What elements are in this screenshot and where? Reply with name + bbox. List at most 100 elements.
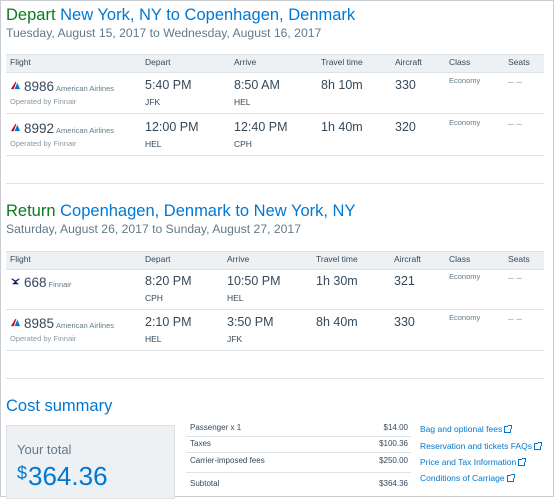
depart-airport: CPH <box>145 293 163 303</box>
class: Economy <box>449 76 481 85</box>
conditions-of-carriage-link-text[interactable]: Conditions of Carriage <box>420 473 505 483</box>
depart-airport: HEL <box>145 334 162 344</box>
col-aircraft: Aircraft <box>395 57 422 67</box>
bag-fees-link-text[interactable]: Bag and optional fees <box>420 424 502 434</box>
flight-row[interactable]: 668 Finnair 8:20 PM CPH 10:50 PM HEL 1h 3… <box>6 269 544 310</box>
flight-number-group[interactable]: 8992 American Airlines <box>24 121 114 136</box>
col-seats: Seats <box>508 57 530 67</box>
col-flight: Flight <box>10 254 31 264</box>
section-divider <box>6 183 544 184</box>
fee-row: Passenger x 1 $14.00 <box>186 420 411 436</box>
seats: – – <box>508 273 522 284</box>
flight-number[interactable]: 8985 <box>24 316 54 331</box>
class: Economy <box>449 313 481 322</box>
conditions-of-carriage-link[interactable]: Conditions of Carriage <box>420 473 515 483</box>
class: Economy <box>449 118 481 127</box>
arrive-airport: JFK <box>227 334 243 344</box>
return-table-header: Flight Depart Arrive Travel time Aircraf… <box>6 251 544 270</box>
depart-dates: Tuesday, August 15, 2017 to Wednesday, A… <box>6 26 322 40</box>
american-airlines-logo-icon <box>10 318 21 327</box>
col-depart: Depart <box>145 57 171 67</box>
total-value: 364.36 <box>28 461 108 491</box>
col-aircraft: Aircraft <box>394 254 421 264</box>
col-arrive: Arrive <box>227 254 250 264</box>
flight-number-group[interactable]: 668 Finnair <box>24 275 71 290</box>
subtotal-label: Subtotal <box>190 479 220 488</box>
operated-by: Operated by Finnair <box>10 97 77 106</box>
col-class: Class <box>449 254 471 264</box>
class: Economy <box>449 272 481 281</box>
fee-label: Taxes <box>190 439 211 448</box>
depart-time: 8:20 PM <box>145 274 192 288</box>
carrier-name: American Airlines <box>56 321 114 330</box>
depart-table-header: Flight Depart Arrive Travel time Aircraf… <box>6 54 544 73</box>
operated-by: Operated by Finnair <box>10 139 77 148</box>
flight-row[interactable]: 8986 American Airlines Operated by Finnai… <box>6 73 544 114</box>
arrive-time: 12:40 PM <box>234 120 288 134</box>
seats: – – <box>508 314 522 325</box>
travel-time: 8h 10m <box>321 78 363 92</box>
carrier-name: American Airlines <box>56 126 114 135</box>
fee-row: Taxes $100.36 <box>186 436 411 452</box>
aircraft: 321 <box>394 274 415 288</box>
fee-label: Carrier-imposed fees <box>190 456 265 465</box>
arrive-time: 10:50 PM <box>227 274 281 288</box>
flight-number[interactable]: 8992 <box>24 121 54 136</box>
depart-time: 5:40 PM <box>145 78 192 92</box>
external-link-icon <box>506 474 515 482</box>
arrive-airport: HEL <box>234 97 251 107</box>
flight-row[interactable]: 8985 American Airlines Operated by Finnai… <box>6 310 544 351</box>
external-link-icon <box>518 458 527 466</box>
col-flight: Flight <box>10 57 31 67</box>
total-panel: Your total $364.36 <box>6 425 175 499</box>
finnair-logo-icon <box>10 278 21 285</box>
total-amount: $364.36 <box>17 461 108 492</box>
fee-amount: $100.36 <box>379 439 408 448</box>
fee-label: Passenger x 1 <box>190 423 242 432</box>
reservation-faq-link-text[interactable]: Reservation and tickets FAQs <box>420 441 532 451</box>
arrive-airport: CPH <box>234 139 252 149</box>
american-airlines-logo-icon <box>10 123 21 132</box>
col-depart: Depart <box>145 254 171 264</box>
total-label: Your total <box>17 442 72 457</box>
col-travel-time: Travel time <box>316 254 358 264</box>
aircraft: 330 <box>394 315 415 329</box>
price-tax-info-link[interactable]: Price and Tax Information <box>420 457 527 467</box>
seats: – – <box>508 77 522 88</box>
travel-time: 8h 40m <box>316 315 358 329</box>
flight-number[interactable]: 8986 <box>24 79 54 94</box>
fee-divider <box>186 472 411 473</box>
depart-time: 12:00 PM <box>145 120 199 134</box>
subtotal-row: Subtotal $364.36 <box>186 476 411 492</box>
depart-keyword: Depart <box>6 6 56 24</box>
flight-row[interactable]: 8992 American Airlines Operated by Finnai… <box>6 115 544 156</box>
cost-summary-title: Cost summary <box>6 397 113 415</box>
flight-number-group[interactable]: 8986 American Airlines <box>24 79 114 94</box>
fee-amount: $250.00 <box>379 456 408 465</box>
bag-fees-link[interactable]: Bag and optional fees <box>420 424 513 434</box>
operated-by: Operated by Finnair <box>10 334 77 343</box>
return-title: Return Copenhagen, Denmark to New York, … <box>6 202 355 221</box>
col-seats: Seats <box>508 254 530 264</box>
depart-airport: JFK <box>145 97 161 107</box>
carrier-name: American Airlines <box>56 84 114 93</box>
section-divider <box>6 378 544 379</box>
price-tax-info-link-text[interactable]: Price and Tax Information <box>420 457 516 467</box>
flight-number[interactable]: 668 <box>24 275 47 290</box>
arrive-airport: HEL <box>227 293 244 303</box>
depart-route: New York, NY to Copenhagen, Denmark <box>60 6 356 24</box>
currency-symbol: $ <box>17 463 28 483</box>
external-link-icon <box>504 425 513 433</box>
col-arrive: Arrive <box>234 57 257 67</box>
aircraft: 330 <box>395 78 416 92</box>
american-airlines-logo-icon <box>10 81 21 90</box>
aircraft: 320 <box>395 120 416 134</box>
flight-number-group[interactable]: 8985 American Airlines <box>24 316 114 331</box>
reservation-faq-link[interactable]: Reservation and tickets FAQs <box>420 441 542 451</box>
depart-time: 2:10 PM <box>145 315 192 329</box>
subtotal-amount: $364.36 <box>379 479 408 488</box>
external-link-icon <box>533 442 542 450</box>
travel-time: 1h 30m <box>316 274 358 288</box>
depart-title: Depart New York, NY to Copenhagen, Denma… <box>6 6 355 25</box>
depart-airport: HEL <box>145 139 162 149</box>
